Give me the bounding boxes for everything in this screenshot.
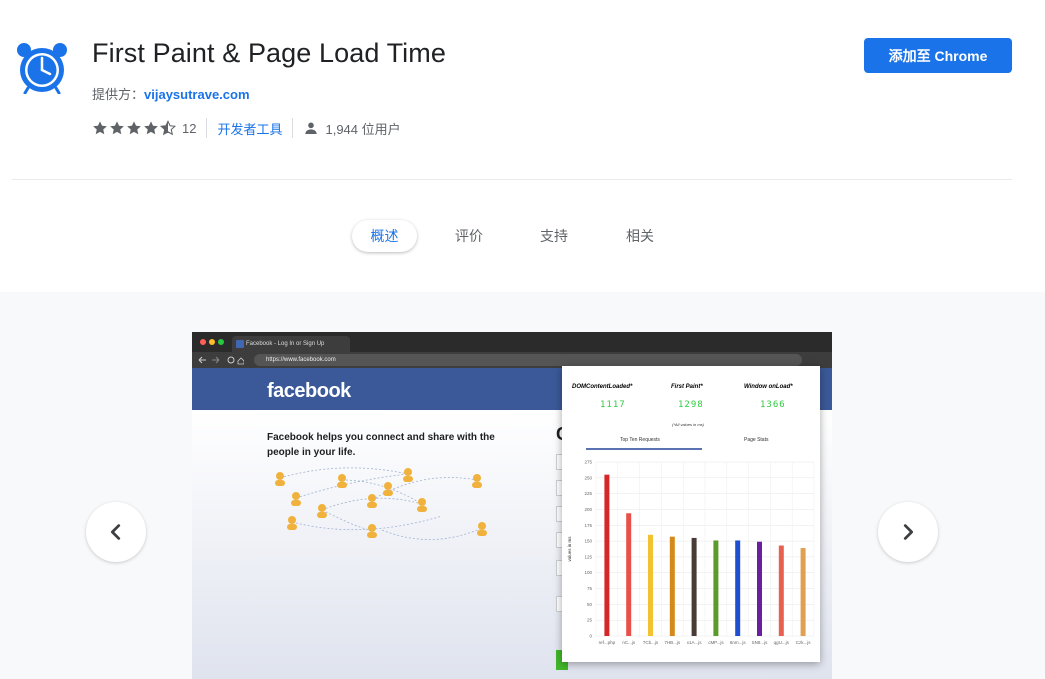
y-axis-label: values in ms — [567, 536, 572, 562]
bar — [691, 537, 697, 636]
chevron-right-icon — [903, 524, 914, 540]
y-tick-label: 200 — [584, 507, 592, 512]
popup-tab-top-requests: Top Ten Requests — [620, 437, 660, 443]
metric-label: DOMContentLoaded* — [572, 384, 633, 390]
x-tick-label: qgU...js — [774, 640, 790, 645]
x-tick-label: 7HB...js — [664, 640, 681, 645]
extension-header: First Paint & Page Load Time 提供方：vijaysu… — [0, 0, 1045, 180]
chevron-left-icon — [110, 524, 121, 540]
facebook-logo: facebook — [267, 380, 351, 402]
values-note: (*All values in ms) — [672, 422, 705, 427]
world-connections-illustration — [275, 467, 487, 540]
browser-address-bar: https://www.facebook.com — [254, 354, 802, 366]
metric-value: 1366 — [760, 400, 786, 410]
popup-tab-indicator — [586, 448, 702, 450]
star-half-icon — [160, 120, 176, 136]
x-tick-label: nC...js — [622, 640, 636, 645]
detail-tabs: 概述 评价 支持 相关 — [0, 216, 1045, 256]
category-link[interactable]: 开发者工具 — [217, 119, 282, 138]
rating-stars[interactable] — [92, 120, 176, 136]
y-tick-label: 75 — [587, 586, 593, 591]
tab-reviews[interactable]: 评价 — [446, 220, 492, 252]
tab-support[interactable]: 支持 — [531, 220, 577, 252]
window-close-dot — [200, 339, 206, 345]
header-divider — [12, 179, 1012, 180]
x-tick-label: x1A...js — [687, 640, 703, 645]
bar — [735, 540, 741, 636]
y-tick-label: 0 — [589, 634, 592, 639]
star-full-icon — [110, 121, 124, 135]
y-tick-label: 25 — [587, 618, 593, 623]
y-tick-label: 50 — [587, 602, 593, 607]
extension-meta: 12 开发者工具 1,944 位用户 — [92, 118, 401, 138]
y-tick-label: 150 — [584, 539, 592, 544]
x-tick-label: 6nm...js — [730, 640, 747, 645]
bar — [626, 513, 632, 636]
facebook-tagline: Facebook helps you connect and share wit… — [267, 432, 495, 458]
screenshot-image: Facebook - Log In or Sign Up https://www… — [192, 332, 832, 679]
extension-title: First Paint & Page Load Time — [92, 38, 446, 68]
next-screenshot-button[interactable] — [878, 502, 938, 562]
provider-link[interactable]: vijaysutrave.com — [144, 87, 250, 102]
x-tick-label: SN8...js — [752, 640, 769, 645]
alarm-clock-icon — [17, 43, 67, 94]
y-tick-label: 100 — [584, 570, 592, 575]
browser-nav-icons — [198, 356, 244, 365]
bar — [778, 545, 784, 636]
tab-related[interactable]: 相关 — [617, 220, 663, 252]
y-tick-label: 125 — [584, 554, 592, 559]
previous-screenshot-button[interactable] — [86, 502, 146, 562]
browser-tab: Facebook - Log In or Sign Up — [232, 336, 350, 352]
star-full-icon — [127, 121, 141, 135]
user-count: 1,944 位用户 — [325, 121, 401, 137]
x-tick-label: ref...php — [599, 640, 616, 645]
provider-line: 提供方：vijaysutrave.com — [92, 84, 250, 103]
metric-value: 1298 — [678, 400, 704, 410]
x-tick-label: cMP...js — [708, 640, 724, 645]
y-tick-label: 250 — [584, 475, 592, 480]
rating-count[interactable]: 12 — [182, 121, 196, 136]
tab-overview[interactable]: 概述 — [352, 220, 417, 252]
bar — [713, 540, 719, 636]
bar — [669, 536, 675, 636]
browser-tab-bar: Facebook - Log In or Sign Up — [192, 332, 832, 352]
meta-divider — [292, 118, 294, 138]
y-tick-label: 275 — [584, 460, 592, 465]
window-maximize-dot — [218, 339, 224, 345]
user-icon — [305, 122, 318, 134]
popup-tab-page-stats: Page Stats — [744, 437, 769, 443]
browser-tab-title: Facebook - Log In or Sign Up — [246, 341, 325, 347]
x-tick-label: 7Cb...js — [643, 640, 659, 645]
metric-label: Window onLoad* — [744, 384, 793, 390]
bar — [800, 548, 806, 636]
y-tick-label: 175 — [584, 523, 592, 528]
metric-value: 1117 — [600, 400, 626, 410]
bar — [757, 541, 762, 636]
star-full-icon — [144, 121, 158, 135]
y-tick-label: 225 — [584, 491, 592, 496]
extension-popup: DOMContentLoaded* First Paint* Window on… — [562, 366, 820, 662]
star-full-icon — [93, 121, 107, 135]
window-minimize-dot — [209, 339, 215, 345]
bar — [648, 534, 653, 636]
bar — [604, 474, 610, 636]
provider-label: 提供方： — [92, 87, 145, 102]
meta-divider — [206, 118, 208, 138]
facebook-favicon-icon — [236, 340, 244, 348]
requests-bar-chart: 0 25 50 75 100 125 150 175 200 225 250 275 values in… — [567, 460, 815, 645]
metric-label: First Paint* — [671, 384, 703, 390]
screenshot-gallery: Facebook - Log In or Sign Up https://www… — [0, 292, 1045, 679]
add-to-chrome-button[interactable]: 添加至 Chrome — [864, 38, 1012, 73]
x-tick-label: Czk...js — [796, 640, 812, 645]
